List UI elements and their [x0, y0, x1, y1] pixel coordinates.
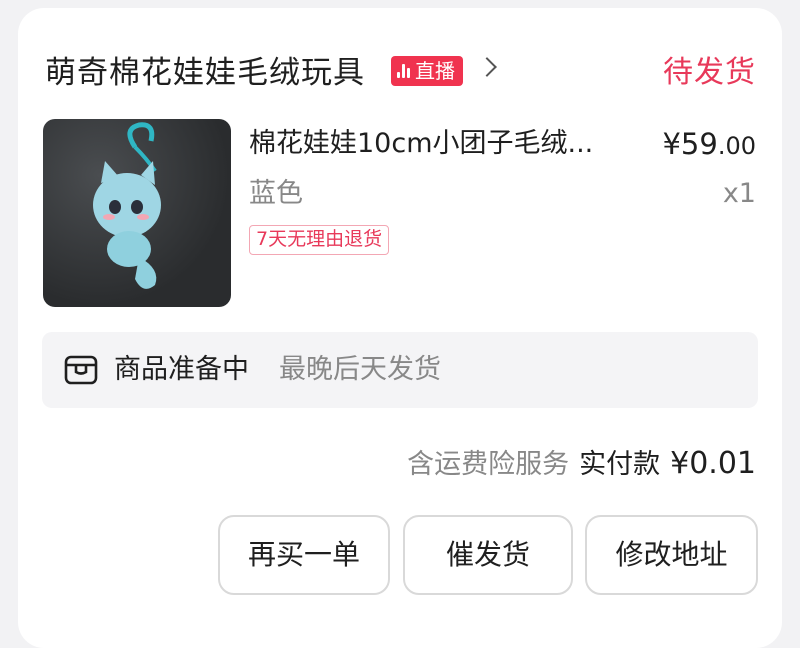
rebuy-button[interactable]: 再买一单 — [218, 515, 390, 595]
chevron-right-icon[interactable] — [477, 57, 497, 77]
product-price: ¥59.00 — [662, 124, 756, 166]
live-badge[interactable]: 直播 — [391, 56, 463, 86]
paid-label: 实付款 — [579, 449, 661, 480]
order-card: 萌奇棉花娃娃毛绒玩具 直播 待发货 棉花娃娃10cm小团子毛绒... ¥59.0… — [18, 8, 782, 648]
shipping-status: 商品准备中 — [114, 354, 249, 385]
live-bars-icon — [397, 64, 410, 78]
shipping-status-panel[interactable]: 商品准备中 最晚后天发货 — [42, 332, 758, 408]
shipping-insurance: 含运费险服务 — [407, 449, 570, 480]
product-quantity: x1 — [722, 178, 756, 209]
product-variant: 蓝色 — [249, 178, 303, 209]
return-policy-tag: 7天无理由退货 — [249, 225, 390, 255]
live-badge-label: 直播 — [415, 59, 455, 83]
urge-shipping-button[interactable]: 催发货 — [403, 515, 573, 595]
product-title[interactable]: 棉花娃娃10cm小团子毛绒... — [249, 124, 629, 164]
shop-name[interactable]: 萌奇棉花娃娃毛绒玩具 — [45, 48, 365, 98]
price-main: 59 — [680, 127, 718, 161]
shipping-eta: 最晚后天发货 — [279, 354, 441, 385]
price-symbol: ¥ — [662, 127, 681, 161]
package-box-icon — [64, 355, 98, 385]
paid-amount: ¥0.01 — [670, 446, 756, 481]
price-cents: .00 — [717, 132, 756, 160]
modify-address-button[interactable]: 修改地址 — [585, 515, 758, 595]
product-image[interactable] — [43, 119, 231, 307]
payment-summary: 含运费险服务 实付款 ¥0.01 — [407, 442, 756, 481]
order-status: 待发货 — [663, 55, 756, 90]
